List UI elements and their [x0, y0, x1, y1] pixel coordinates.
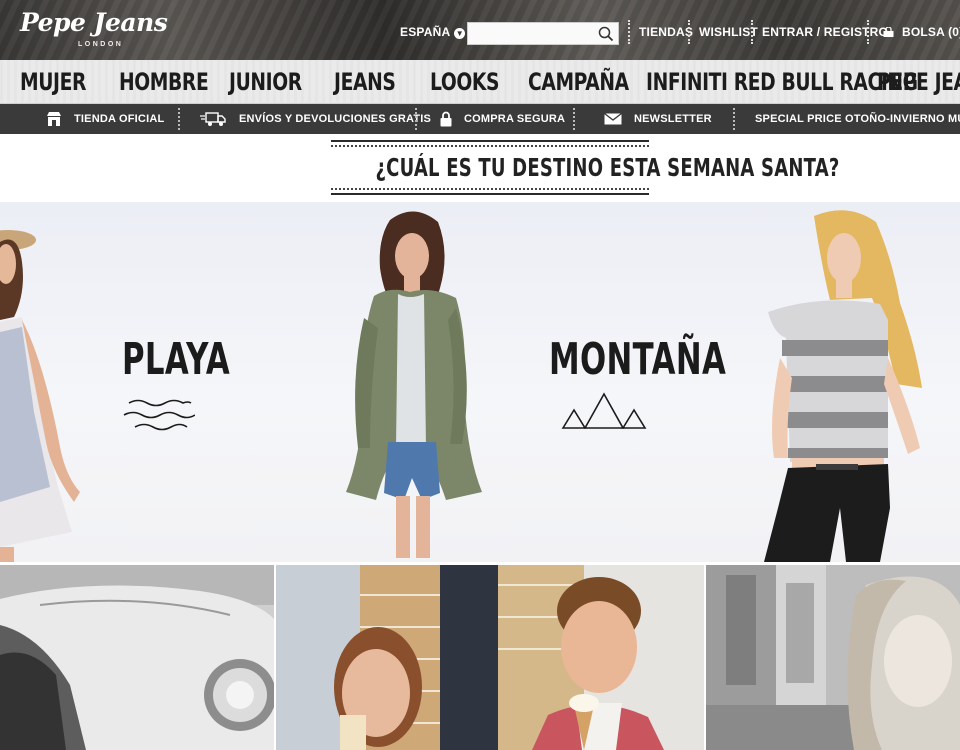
service-label: COMPRA SEGURA: [464, 113, 566, 125]
service-label: NEWSLETTER: [634, 113, 712, 125]
lock-icon: [440, 111, 452, 127]
nav-item-jeans[interactable]: JEANS: [334, 68, 396, 96]
tile-junior-kids[interactable]: [276, 565, 704, 750]
tile-photo: [0, 565, 274, 750]
divider: [733, 108, 735, 130]
mountains-icon: [561, 392, 647, 429]
service-label: ENVÍOS Y DEVOLUCIONES GRATIS: [239, 113, 432, 125]
destination-montana-label[interactable]: MONTAÑA: [549, 334, 726, 385]
service-secure-purchase[interactable]: COMPRA SEGURA: [440, 104, 565, 134]
divider: [628, 20, 630, 44]
service-official-store[interactable]: TIENDA OFICIAL: [46, 104, 164, 134]
divider: [573, 108, 575, 130]
tile-women-portrait[interactable]: [706, 565, 960, 750]
utility-nav: ESPAÑA ▼ TIENDAS WISHLIST ENTRAR / REGIST…: [0, 0, 960, 60]
model-photo-center: [346, 211, 482, 558]
nav-item-junior[interactable]: JUNIOR: [229, 68, 302, 96]
divider: [688, 20, 690, 44]
destination-playa-label[interactable]: PLAYA: [122, 334, 230, 385]
envelope-icon: [604, 113, 622, 125]
tile-photo: [706, 565, 960, 750]
divider: [415, 108, 417, 130]
country-label: ESPAÑA: [400, 25, 451, 39]
country-selector[interactable]: ESPAÑA ▼: [400, 25, 466, 39]
tile-men-car[interactable]: [0, 565, 274, 750]
stores-link[interactable]: TIENDAS: [639, 25, 693, 39]
service-label: TIENDA OFICIAL: [74, 113, 165, 125]
nav-item-mujer[interactable]: MUJER: [20, 68, 86, 96]
tile-photo: [276, 565, 704, 750]
top-header: Pepe Jeans LONDON ESPAÑA ▼ TIENDAS WISHLI…: [0, 0, 960, 60]
divider: [178, 108, 180, 130]
service-special-price[interactable]: SPECIAL PRICE OTOÑO-INVIERNO MUJER: [755, 104, 960, 134]
main-navigation: MUJER HOMBRE JUNIOR JEANS LOOKS CAMPAÑA …: [0, 60, 960, 104]
search-icon[interactable]: [598, 26, 614, 42]
truck-icon: [200, 112, 226, 126]
bag-count: BOLSA (0): [902, 25, 960, 39]
nav-item-campana[interactable]: CAMPAÑA: [528, 68, 629, 96]
waves-icon: [123, 399, 195, 431]
store-icon: [47, 112, 61, 126]
category-tiles: [0, 565, 960, 750]
divider: [751, 20, 753, 44]
service-newsletter[interactable]: NEWSLETTER: [604, 104, 712, 134]
nav-item-hombre[interactable]: HOMBRE: [119, 68, 209, 96]
nav-item-pepe-jeans[interactable]: PEPE JEANS: [877, 68, 960, 96]
hero-banner[interactable]: PLAYA MONTAÑA: [0, 202, 960, 562]
nav-item-looks[interactable]: LOOKS: [430, 68, 500, 96]
service-label: SPECIAL PRICE OTOÑO-INVIERNO MUJER: [755, 113, 960, 125]
search-box: [467, 22, 619, 45]
search-input[interactable]: [468, 23, 592, 44]
divider: [867, 20, 869, 44]
model-photo-right: [764, 210, 922, 562]
service-free-shipping[interactable]: ENVÍOS Y DEVOLUCIONES GRATIS: [200, 104, 431, 134]
bag-icon: [883, 26, 894, 37]
shopping-bag-link[interactable]: BOLSA (0): [883, 25, 960, 39]
services-bar: TIENDA OFICIAL ENVÍOS Y DEVOLUCIONES GRA…: [0, 104, 960, 134]
wishlist-link[interactable]: WISHLIST: [699, 25, 758, 39]
login-register-link[interactable]: ENTRAR / REGISTRO: [762, 25, 888, 39]
campaign-headline-frame: ¿CUÁL ES TU DESTINO ESTA SEMANA SANTA?: [331, 140, 840, 195]
model-photo-left: [0, 230, 80, 562]
chevron-down-icon: ▼: [454, 28, 466, 39]
campaign-headline: ¿CUÁL ES TU DESTINO ESTA SEMANA SANTA?: [375, 153, 840, 182]
